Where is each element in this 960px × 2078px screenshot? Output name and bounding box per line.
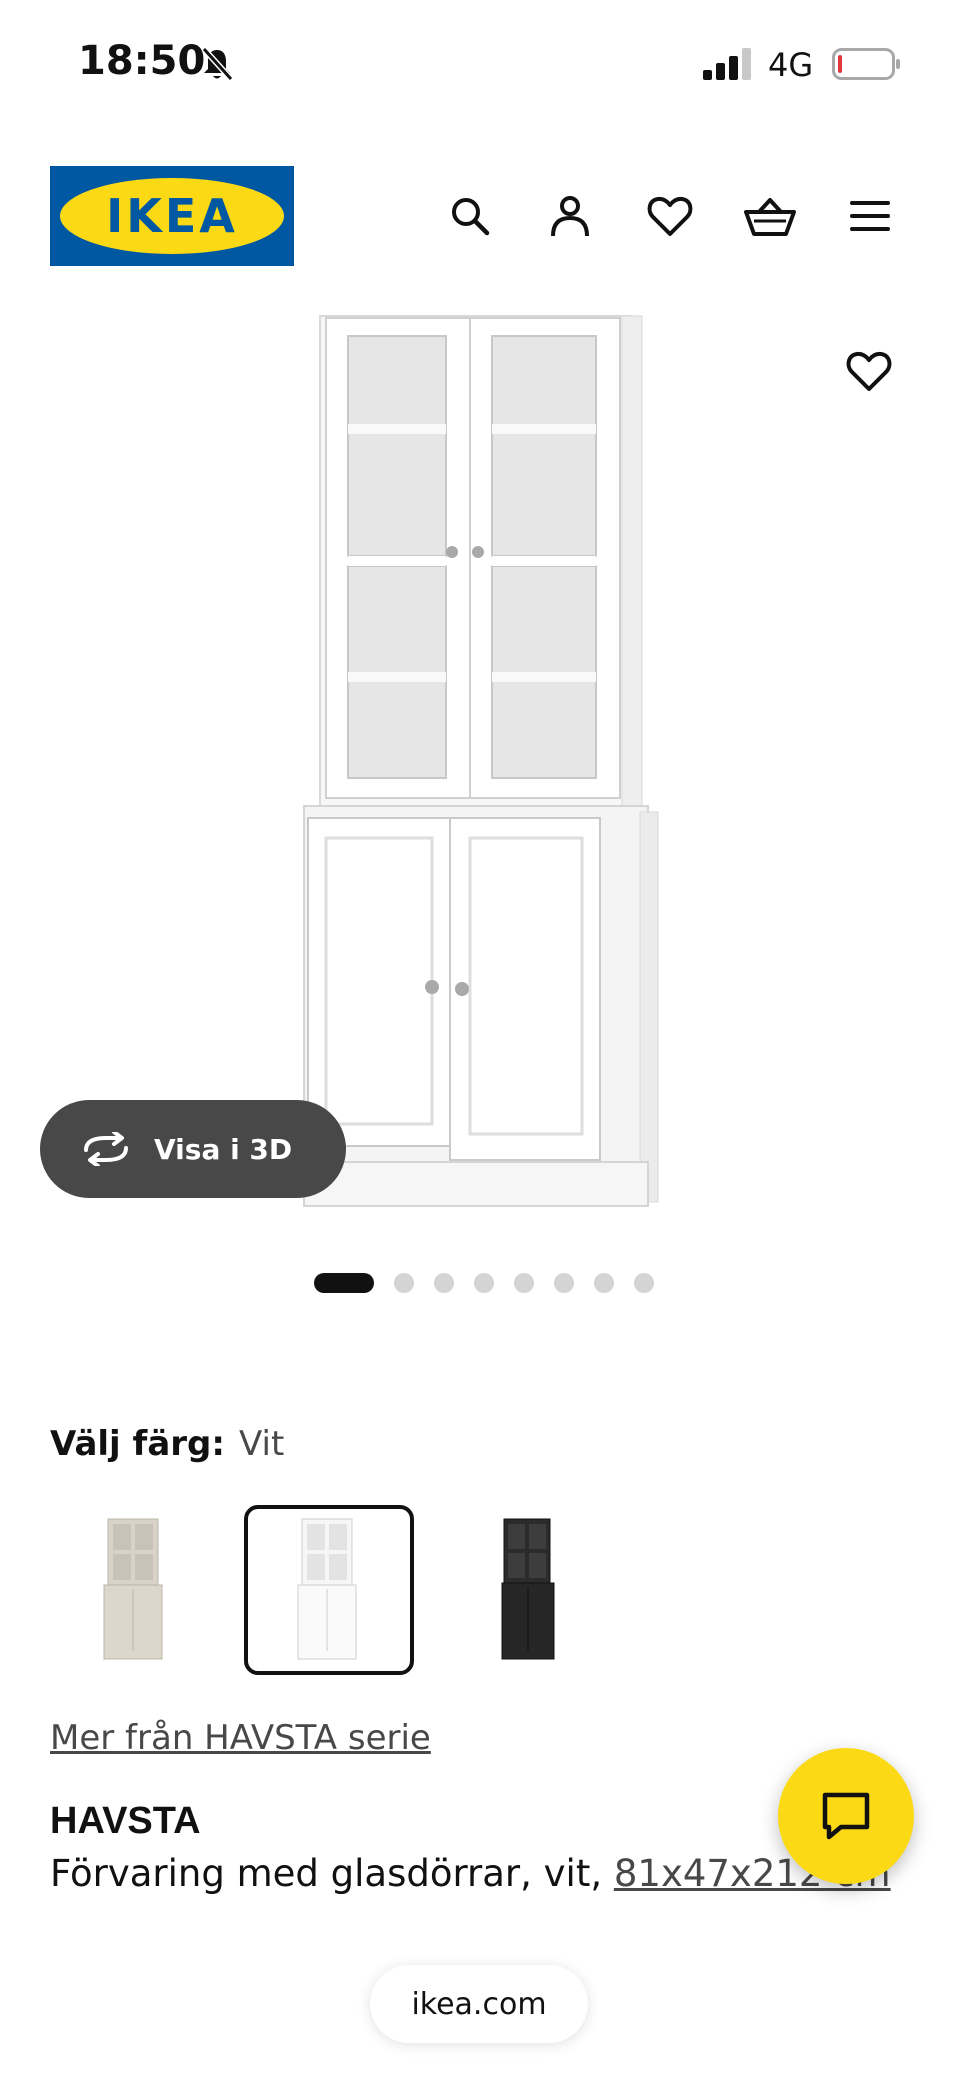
selected-color: Vit — [238, 1424, 285, 1464]
gallery-pagination — [314, 1272, 654, 1294]
account-icon — [551, 196, 589, 237]
signal-icon — [703, 48, 751, 80]
product-image[interactable] — [280, 312, 700, 1222]
black-cabinet-thumbnail — [501, 1518, 555, 1660]
search-button[interactable] — [442, 188, 498, 244]
color-option-beige[interactable] — [50, 1505, 220, 1675]
status-time: 18:50 — [78, 38, 206, 84]
chat-button[interactable] — [778, 1748, 914, 1884]
gallery-dot[interactable] — [554, 1273, 574, 1293]
view-3d-button[interactable]: Visa i 3D — [40, 1100, 346, 1198]
beige-cabinet-thumbnail — [103, 1518, 163, 1660]
product-name: HAVSTA — [50, 1800, 201, 1842]
color-option-white[interactable] — [244, 1505, 414, 1675]
ikea-logo[interactable]: IKEA — [50, 166, 294, 266]
gallery-dot[interactable] — [394, 1273, 414, 1293]
color-selector-heading: Välj färg: Vit — [50, 1424, 284, 1464]
menu-button[interactable] — [842, 188, 898, 244]
battery-icon — [832, 48, 900, 80]
network-label: 4G — [768, 46, 814, 84]
gallery-dot[interactable] — [514, 1273, 534, 1293]
account-button[interactable] — [542, 188, 598, 244]
gallery-dot[interactable] — [434, 1273, 454, 1293]
series-link[interactable]: Mer från HAVSTA serie — [50, 1718, 431, 1758]
basket-button[interactable] — [742, 188, 798, 244]
svg-text:IKEA: IKEA — [106, 189, 238, 243]
product-description-text: Förvaring med glasdörrar, vit, — [50, 1852, 614, 1895]
status-bar: 18:50 4G — [0, 0, 960, 130]
bell-muted-icon — [201, 46, 234, 82]
gallery-dot[interactable] — [314, 1273, 374, 1293]
search-icon — [452, 198, 490, 236]
view-3d-label: Visa i 3D — [154, 1132, 293, 1166]
menu-icon — [850, 201, 890, 231]
color-swatches — [50, 1505, 910, 1675]
heart-icon — [647, 196, 693, 236]
color-label: Välj färg: — [50, 1424, 225, 1464]
url-text: ikea.com — [411, 1986, 547, 2022]
rotate-3d-icon — [84, 1132, 128, 1166]
wishlist-button[interactable] — [642, 188, 698, 244]
chat-icon — [822, 1792, 870, 1840]
gallery-dot[interactable] — [634, 1273, 654, 1293]
white-cabinet-thumbnail — [297, 1518, 357, 1660]
basket-icon — [744, 198, 796, 236]
gallery-dot[interactable] — [474, 1273, 494, 1293]
add-to-wishlist-button[interactable] — [838, 340, 900, 402]
browser-url-bar[interactable]: ikea.com — [370, 1965, 588, 2043]
product-description: Förvaring med glasdörrar, vit, 81x47x212… — [50, 1852, 891, 1895]
color-option-black[interactable] — [444, 1505, 614, 1675]
heart-icon — [846, 351, 892, 391]
gallery-dot[interactable] — [594, 1273, 614, 1293]
site-header: IKEA — [0, 160, 960, 270]
